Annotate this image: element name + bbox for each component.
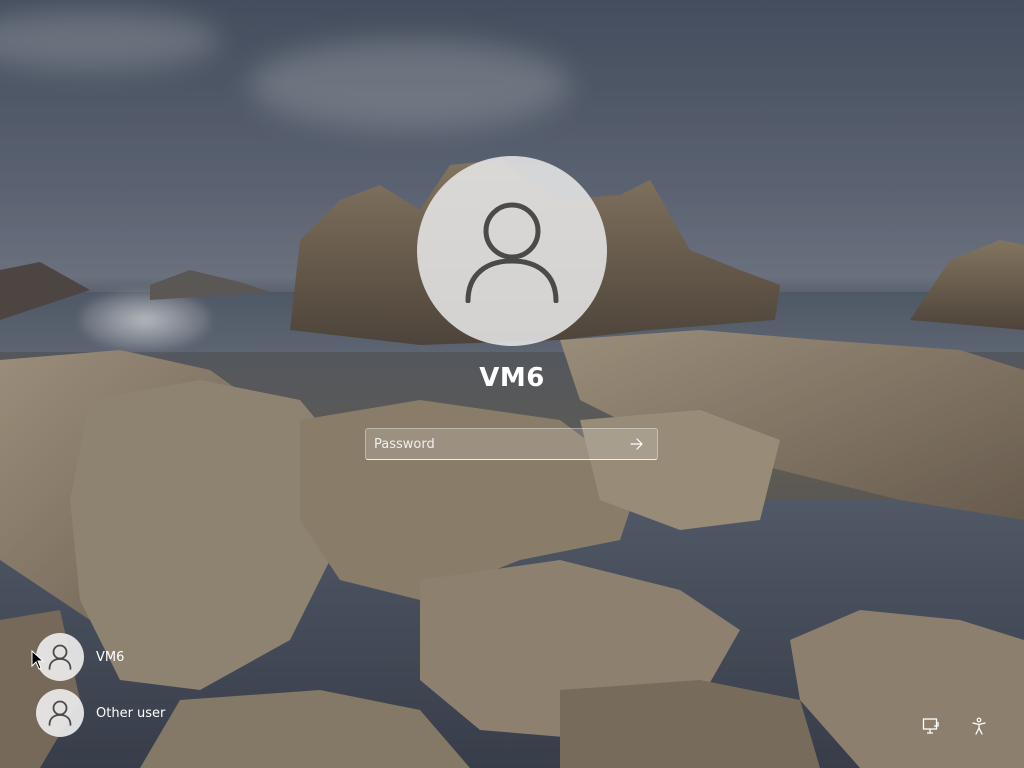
current-username: VM6 bbox=[479, 363, 545, 393]
user-avatar bbox=[417, 156, 607, 346]
user-list-item-label: Other user bbox=[96, 705, 166, 721]
lock-screen: VM6 VM6 Other user bbox=[0, 0, 1024, 768]
user-list-item-other-user[interactable]: Other user bbox=[36, 689, 165, 737]
accessibility-button[interactable] bbox=[968, 715, 990, 737]
arrow-right-icon bbox=[630, 438, 643, 450]
network-icon bbox=[922, 718, 939, 734]
avatar bbox=[36, 689, 84, 737]
user-list-item-vm6[interactable]: VM6 bbox=[36, 633, 165, 681]
mouse-cursor-icon bbox=[31, 650, 45, 670]
network-button[interactable] bbox=[920, 715, 942, 737]
person-icon bbox=[48, 700, 72, 726]
password-field[interactable] bbox=[365, 428, 658, 460]
password-input[interactable] bbox=[366, 429, 616, 459]
person-icon bbox=[465, 202, 559, 303]
person-icon bbox=[48, 644, 72, 670]
accessibility-icon bbox=[972, 717, 986, 735]
submit-button[interactable] bbox=[623, 432, 651, 456]
user-list: VM6 Other user bbox=[36, 633, 165, 745]
user-list-item-label: VM6 bbox=[96, 649, 125, 665]
